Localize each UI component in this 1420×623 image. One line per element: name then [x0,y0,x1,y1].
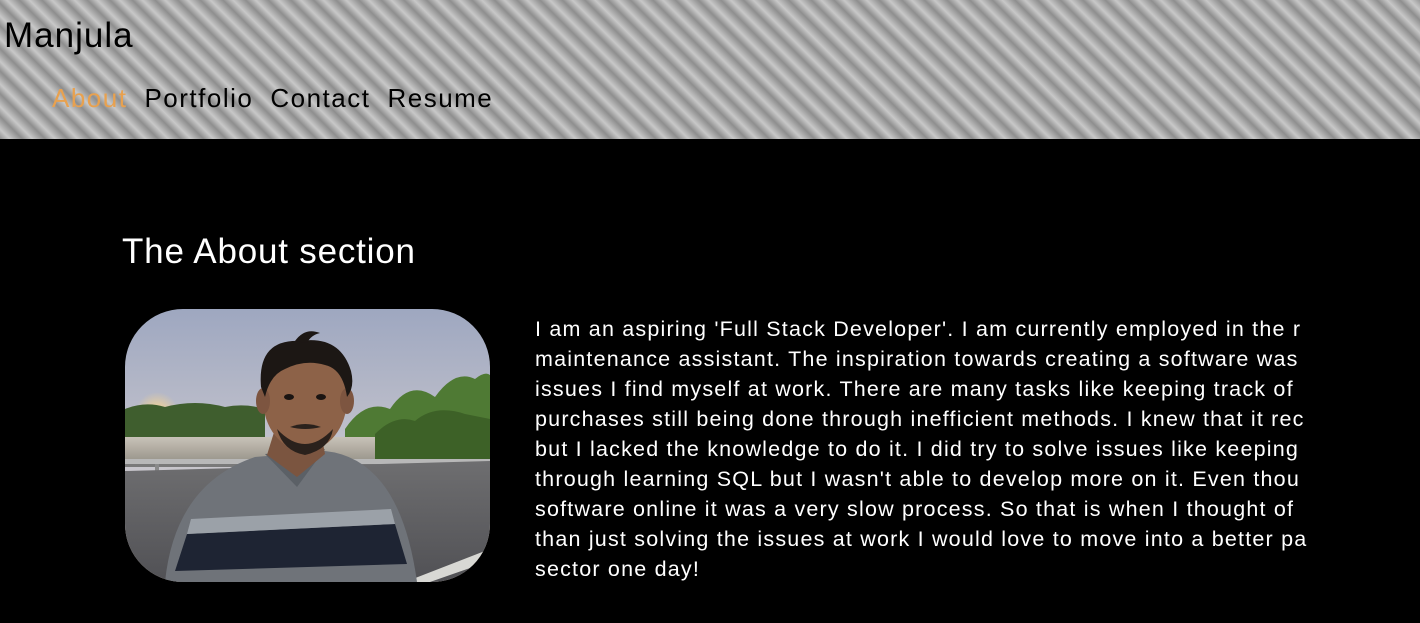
about-paragraph: I am an aspiring 'Full Stack Developer'.… [535,314,1420,584]
about-bio: I am an aspiring 'Full Stack Developer'.… [535,314,1420,604]
profile-photo [125,309,490,582]
bio-line: maintenance assistant. The inspiration t… [535,347,1299,371]
nav-about-link[interactable]: About [52,82,127,114]
bio-line: I am an aspiring 'Full Stack Developer'.… [535,317,1302,341]
nav-contact-link[interactable]: Contact [270,82,370,114]
bio-line: through learning SQL but I wasn't able t… [535,467,1300,491]
bio-line: than just solving the issues at work I w… [535,527,1308,551]
bio-line: purchases still being done through ineff… [535,407,1305,431]
bio-line: software online it was a very slow proce… [535,497,1295,521]
section-title: The About section [122,232,416,271]
bio-line: sector one day! [535,557,701,581]
site-title: Manjula [4,16,134,55]
site-header: Manjula About Portfolio Contact Resume [0,0,1420,139]
main-nav: About Portfolio Contact Resume [52,82,510,114]
nav-portfolio-link[interactable]: Portfolio [144,82,253,114]
bio-line: issues I find myself at work. There are … [535,377,1294,401]
nav-resume-link[interactable]: Resume [387,82,493,114]
bio-line: but I lacked the knowledge to do it. I d… [535,437,1300,461]
